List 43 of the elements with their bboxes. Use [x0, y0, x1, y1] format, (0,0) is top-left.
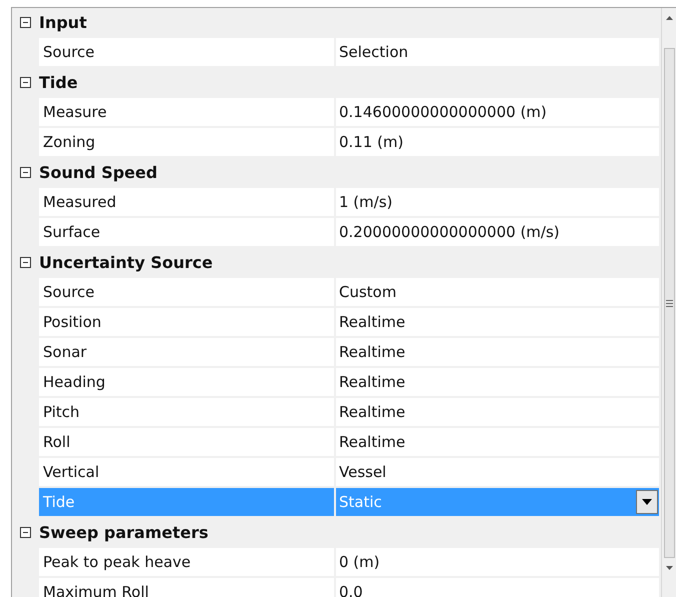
property-name[interactable]: Source [39, 278, 336, 306]
grip-icon [666, 300, 672, 306]
property-value[interactable]: Realtime [339, 373, 406, 391]
property-value[interactable]: Realtime [339, 313, 406, 331]
collapse-icon[interactable] [20, 16, 31, 28]
property-value[interactable]: 0.0 [339, 583, 363, 597]
scrollbar[interactable] [661, 8, 676, 597]
category-title: Sweep parameters [39, 522, 208, 542]
property-name[interactable]: Zoning [39, 128, 336, 156]
property-name[interactable]: Measure [39, 98, 336, 126]
property-value[interactable]: Custom [339, 283, 396, 301]
property-name[interactable]: Source [39, 38, 336, 66]
collapse-icon[interactable] [20, 526, 31, 538]
collapse-icon[interactable] [20, 166, 31, 178]
property-name[interactable]: Sonar [39, 338, 336, 366]
property-name[interactable]: Position [39, 308, 336, 336]
scroll-up-icon[interactable] [666, 16, 672, 20]
property-name[interactable]: Pitch [39, 398, 336, 426]
property-name[interactable]: Roll [39, 428, 336, 456]
collapse-icon[interactable] [20, 76, 31, 88]
property-name[interactable]: Maximum Roll [39, 578, 336, 597]
property-value[interactable]: Selection [339, 43, 408, 61]
property-value[interactable]: 0 (m) [339, 553, 380, 571]
caret-icon [642, 499, 652, 505]
category-title: Tide [39, 72, 78, 92]
property-name[interactable]: Heading [39, 368, 336, 396]
property-value[interactable]: Realtime [339, 433, 406, 451]
property-value[interactable]: 0.11 (m) [339, 133, 404, 151]
property-value[interactable]: Realtime [339, 343, 406, 361]
property-value[interactable]: 1 (m/s) [339, 193, 392, 211]
category-title: Uncertainty Source [39, 252, 213, 272]
property-value[interactable]: Vessel [339, 463, 386, 481]
property-name[interactable]: Measured [39, 188, 336, 216]
property-name[interactable]: Surface [39, 218, 336, 246]
scrollbar-thumb[interactable] [664, 48, 674, 558]
dropdown-button[interactable] [636, 490, 658, 514]
scroll-down-icon[interactable] [666, 566, 672, 570]
property-value[interactable]: Realtime [339, 403, 406, 421]
category-title: Input [39, 12, 87, 32]
property-name[interactable]: Vertical [39, 458, 336, 486]
property-name[interactable]: Peak to peak heave [39, 548, 336, 576]
category-title: Sound Speed [39, 162, 158, 182]
collapse-icon[interactable] [20, 256, 31, 268]
